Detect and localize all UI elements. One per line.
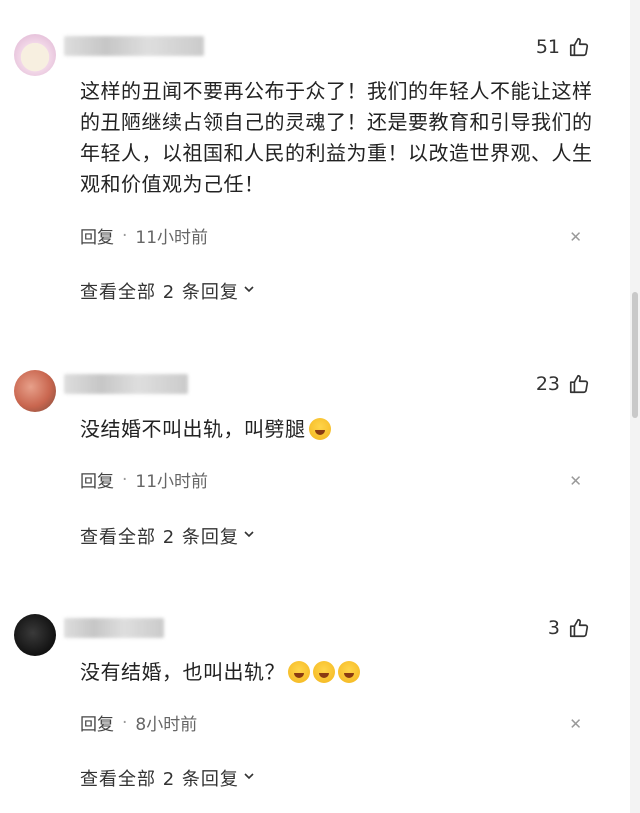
like-count: 3 [547,617,560,639]
scrollbar-thumb[interactable] [632,292,638,418]
chevron-down-icon [243,770,255,786]
like-count: 23 [535,373,560,395]
thumbs-up-icon[interactable] [568,617,590,639]
timestamp: 11小时前 [135,472,209,492]
thumbs-up-icon[interactable] [568,36,590,58]
laughing-crying-emoji-icon [288,661,310,683]
comment-text: 没有结婚，也叫出轨？ [80,657,600,688]
separator-dot: · [122,469,128,490]
close-icon[interactable]: ✕ [569,715,582,733]
comment-meta: 回复 · 8小时前 [80,710,198,736]
avatar[interactable] [14,370,56,412]
separator-dot: · [122,225,128,246]
thumbs-up-icon[interactable] [568,373,590,395]
comment-text-body: 没结婚不叫出轨，叫劈腿 [80,417,306,441]
view-all-replies-label: 查看全部 2 条回复 [80,282,239,303]
comment-text: 没结婚不叫出轨，叫劈腿 [80,414,600,445]
view-all-replies-label: 查看全部 2 条回复 [80,769,239,790]
comment-text: 这样的丑闻不要再公布于众了！我们的年轻人不能让这样的丑陋继续占领自己的灵魂了！还… [80,79,593,196]
view-all-replies-link[interactable]: 查看全部 2 条回复 [80,523,255,549]
chevron-down-icon [243,528,255,544]
like-count: 51 [535,36,560,58]
chevron-down-icon [243,283,255,299]
laughing-crying-emoji-icon [308,418,331,440]
view-all-replies-link[interactable]: 查看全部 2 条回复 [80,765,255,791]
laughing-crying-emoji-icon [338,661,360,683]
close-icon[interactable]: ✕ [569,472,582,490]
reply-button[interactable]: 回复 [80,710,114,735]
view-all-replies-label: 查看全部 2 条回复 [80,527,239,548]
scrollbar[interactable] [630,0,640,813]
like-control[interactable]: 51 [536,36,590,58]
like-control[interactable]: 3 [548,617,590,639]
username-blurred[interactable] [64,36,204,56]
timestamp: 11小时前 [135,228,209,248]
comment-text-body: 没有结婚，也叫出轨？ [80,660,285,684]
laughing-crying-emoji-icon [313,661,335,683]
reply-button[interactable]: 回复 [80,467,114,492]
avatar[interactable] [14,614,56,656]
reply-button[interactable]: 回复 [80,223,114,248]
username-blurred[interactable] [64,618,164,638]
comment-meta: 回复 · 11小时前 [80,467,209,493]
close-icon[interactable]: ✕ [569,228,582,246]
timestamp: 8小时前 [135,715,198,735]
separator-dot: · [122,712,128,733]
view-all-replies-link[interactable]: 查看全部 2 条回复 [80,278,255,304]
like-control[interactable]: 23 [536,373,590,395]
username-blurred[interactable] [64,374,188,394]
avatar[interactable] [14,34,56,76]
comment-meta: 回复 · 11小时前 [80,223,209,249]
